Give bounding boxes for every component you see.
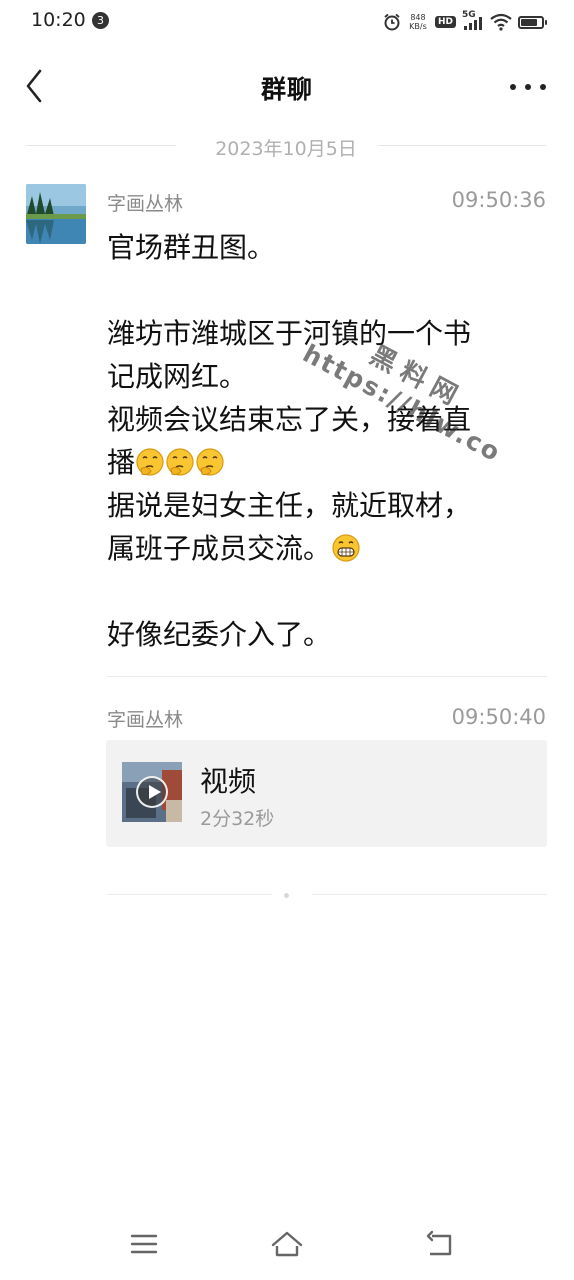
end-dot xyxy=(284,893,289,898)
battery-level xyxy=(521,18,537,26)
status-icons: 848 KB/s HD 5G xyxy=(383,10,547,34)
play-icon xyxy=(136,776,168,808)
wifi-icon xyxy=(490,13,512,31)
thinking-emoji xyxy=(196,448,224,476)
signal-icon: 5G xyxy=(462,10,484,32)
thinking-emoji xyxy=(136,448,164,476)
more-options-button[interactable] xyxy=(510,76,546,98)
sender-name[interactable]: 字画丛林 xyxy=(107,189,183,216)
video-title: 视频 xyxy=(200,765,257,798)
date-divider: 2023年10月5日 xyxy=(26,132,546,160)
net-speed: 848 KB/s xyxy=(409,13,427,31)
message-time: 09:50:40 xyxy=(451,705,546,729)
end-divider xyxy=(107,894,272,895)
video-thumbnail xyxy=(122,762,182,822)
back-icon xyxy=(426,1230,452,1256)
page-title: 群聊 xyxy=(260,75,313,104)
network-type-label: 5G xyxy=(462,10,476,20)
alarm-icon xyxy=(384,13,400,31)
hd-badge: HD xyxy=(434,16,456,28)
battery-icon xyxy=(518,15,547,29)
video-message-card[interactable]: 视频 2分32秒 xyxy=(106,740,547,847)
status-time: 10:20 xyxy=(31,9,86,31)
notification-badge: 3 xyxy=(92,12,109,29)
status-bar: 10:20 3 848 KB/s HD 5G xyxy=(0,0,574,44)
chat-header: 群聊 xyxy=(0,56,574,116)
system-back-button[interactable] xyxy=(420,1226,460,1262)
video-duration: 2分32秒 xyxy=(200,808,275,830)
more-horizontal-icon xyxy=(510,84,516,90)
home-icon xyxy=(271,1231,303,1257)
sender-name[interactable]: 字画丛林 xyxy=(107,705,183,732)
menu-button[interactable] xyxy=(124,1226,164,1262)
grinning-emoji xyxy=(332,534,360,562)
avatar[interactable] xyxy=(26,184,86,244)
message-separator xyxy=(107,676,547,677)
message-time: 09:50:36 xyxy=(451,188,546,212)
date-label: 2023年10月5日 xyxy=(215,138,357,160)
end-divider xyxy=(312,894,547,895)
home-button[interactable] xyxy=(267,1226,307,1262)
menu-icon xyxy=(130,1234,158,1254)
thinking-emoji xyxy=(166,448,194,476)
